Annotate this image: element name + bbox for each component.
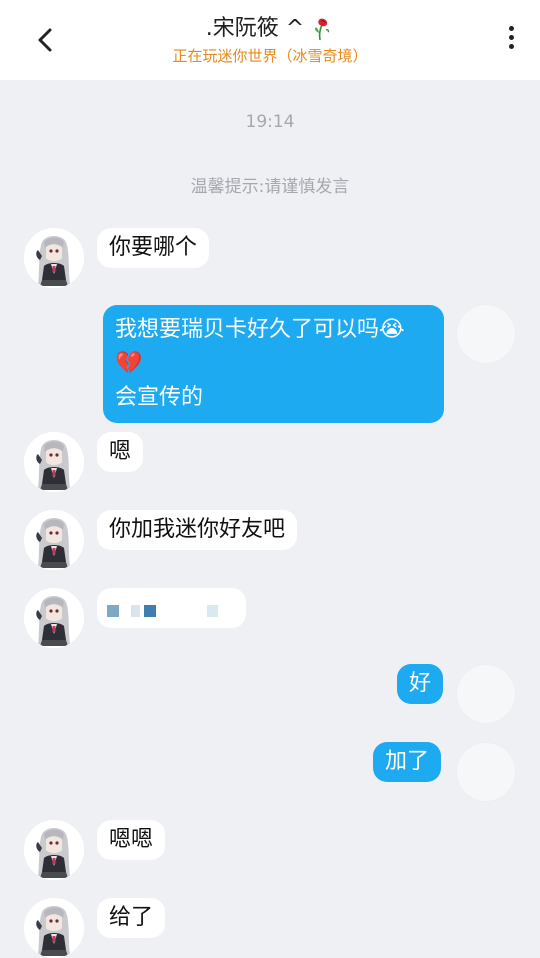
message-bubble-received[interactable]: 你加我迷你好友吧 bbox=[97, 510, 298, 550]
message-bubble-received[interactable]: 你要哪个 bbox=[97, 228, 210, 268]
message-bubble-sent[interactable]: 好 bbox=[397, 664, 444, 704]
rose-icon bbox=[315, 18, 330, 41]
message-bubble-received[interactable]: 给了 bbox=[97, 898, 166, 938]
anime-girl-avatar bbox=[24, 898, 84, 958]
status-subtitle: 正在玩迷你世界（冰雪奇境） bbox=[172, 47, 368, 65]
self-avatar[interactable] bbox=[456, 304, 516, 364]
more-vertical-icon bbox=[504, 26, 518, 49]
anime-girl-avatar bbox=[24, 228, 84, 288]
self-avatar[interactable] bbox=[456, 742, 516, 802]
contact-avatar[interactable] bbox=[24, 228, 84, 288]
message-bubble-received[interactable]: 嗯 bbox=[97, 432, 144, 472]
contact-name-row: .宋阮筱 ^ bbox=[206, 14, 334, 44]
contact-avatar[interactable] bbox=[24, 898, 84, 958]
contact-avatar[interactable] bbox=[24, 510, 84, 570]
safety-notice: 温馨提示:请谨慎发言 bbox=[190, 177, 350, 197]
more-button[interactable] bbox=[504, 26, 518, 56]
message-line: 我想要瑞贝卡好久了可以吗😭 bbox=[115, 317, 405, 342]
timestamp: 19:14 bbox=[245, 112, 295, 132]
self-avatar[interactable] bbox=[456, 664, 516, 724]
contact-avatar[interactable] bbox=[24, 820, 84, 880]
anime-girl-avatar bbox=[24, 432, 84, 492]
anime-girl-avatar bbox=[24, 820, 84, 880]
chat-header: .宋阮筱 ^ 正在玩迷你世界（冰雪奇境） bbox=[0, 0, 540, 80]
title-area[interactable]: .宋阮筱 ^ 正在玩迷你世界（冰雪奇境） bbox=[0, 14, 540, 66]
anime-girl-avatar bbox=[24, 510, 84, 570]
contact-name: .宋阮筱 ^ bbox=[205, 16, 305, 41]
contact-avatar[interactable] bbox=[24, 588, 84, 648]
redacted-message-bubble[interactable] bbox=[97, 588, 246, 628]
anime-girl-avatar bbox=[24, 588, 84, 648]
message-line: 💔 bbox=[115, 351, 143, 376]
message-bubble-sent[interactable]: 加了 bbox=[373, 742, 442, 782]
message-line: 会宣传的 bbox=[115, 385, 204, 410]
message-bubble-sent[interactable]: 我想要瑞贝卡好久了可以吗😭 💔 会宣传的 bbox=[103, 305, 444, 423]
message-bubble-received[interactable]: 嗯嗯 bbox=[97, 820, 166, 860]
contact-avatar[interactable] bbox=[24, 432, 84, 492]
